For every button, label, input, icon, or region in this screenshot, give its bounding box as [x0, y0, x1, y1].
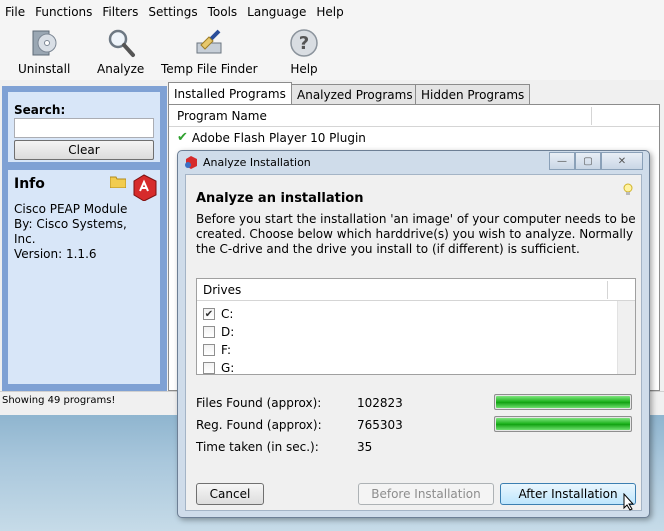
check-icon: ✔ — [177, 130, 188, 145]
info-line: Version: 1.1.6 — [14, 247, 97, 261]
list-item[interactable]: ✔ Adobe Flash Player 10 Plugin — [177, 130, 366, 145]
folder-icon[interactable] — [109, 175, 127, 191]
checkbox-d[interactable] — [203, 326, 215, 338]
column-header-program-name[interactable]: Program Name — [169, 105, 659, 127]
menu-functions[interactable]: Functions — [30, 5, 97, 19]
drives-column-header[interactable]: Drives — [197, 279, 635, 301]
search-input[interactable] — [14, 118, 154, 138]
before-installation-button[interactable]: Before Installation — [358, 483, 494, 505]
drive-label: D: — [221, 325, 235, 339]
reg-progress-bar — [494, 416, 632, 432]
drive-label: G: — [221, 361, 235, 375]
analyze-installation-dialog: Analyze Installation — ▢ ✕ Analyze an in… — [177, 150, 650, 518]
files-found-label: Files Found (approx): — [196, 396, 322, 410]
uninstall-label: Uninstall — [18, 62, 71, 76]
tab-analyzed-programs[interactable]: Analyzed Programs — [291, 84, 419, 104]
broom-icon — [192, 26, 226, 60]
tab-hidden-programs[interactable]: Hidden Programs — [415, 84, 531, 104]
drive-label: F: — [221, 343, 232, 357]
menu-filters[interactable]: Filters — [97, 5, 143, 19]
minimize-button[interactable]: — — [549, 152, 575, 170]
list-item-label: Adobe Flash Player 10 Plugin — [191, 130, 366, 145]
menu-bar: File Functions Filters Settings Tools La… — [0, 0, 664, 24]
maximize-button[interactable]: ▢ — [575, 152, 601, 170]
info-line: Cisco PEAP Module — [14, 202, 128, 216]
close-icon: ✕ — [617, 155, 627, 167]
reg-found-value: 765303 — [357, 418, 403, 432]
checkbox-f[interactable] — [203, 344, 215, 356]
magnifier-icon — [104, 26, 138, 60]
temp-file-finder-label: Temp File Finder — [161, 62, 258, 76]
drive-label: C: — [221, 307, 234, 321]
uninstall-icon — [27, 26, 61, 60]
clear-button[interactable]: Clear — [14, 140, 154, 160]
files-progress-bar — [494, 394, 632, 410]
analyze-button[interactable]: Analyze — [97, 26, 144, 76]
tab-installed-programs[interactable]: Installed Programs — [168, 82, 292, 104]
window-controls: — ▢ ✕ — [549, 152, 643, 170]
column-divider — [591, 107, 592, 125]
dialog-heading: Analyze an installation — [196, 191, 364, 206]
checkbox-c[interactable]: ✔ — [203, 308, 215, 320]
files-found-value: 102823 — [357, 396, 403, 410]
drive-row-f[interactable]: F: — [203, 343, 231, 357]
lightbulb-icon — [623, 183, 633, 200]
cancel-button[interactable]: Cancel — [196, 483, 264, 505]
drives-header-label: Drives — [203, 283, 242, 297]
help-icon: ? — [287, 26, 321, 60]
info-panel: Info Cisco PEAP Module By: Cisco Systems… — [8, 170, 160, 384]
checkbox-g[interactable] — [203, 362, 215, 374]
info-title: Info — [14, 176, 45, 192]
minimize-icon: — — [557, 155, 567, 167]
help-label: Help — [290, 62, 318, 76]
dialog-title: Analyze Installation — [203, 156, 311, 169]
dialog-body: Analyze an installation Before you start… — [185, 174, 642, 511]
menu-settings[interactable]: Settings — [143, 5, 202, 19]
time-taken-label: Time taken (in sec.): — [196, 440, 319, 454]
drive-row-c[interactable]: ✔ C: — [203, 307, 233, 321]
info-line: By: Cisco Systems, — [14, 217, 127, 231]
after-installation-button[interactable]: After Installation — [500, 483, 636, 505]
menu-help[interactable]: Help — [311, 5, 348, 19]
close-button[interactable]: ✕ — [601, 152, 643, 170]
dialog-titlebar[interactable]: Analyze Installation — ▢ ✕ — [178, 151, 649, 173]
svg-text:?: ? — [299, 33, 309, 54]
temp-file-finder-button[interactable]: Temp File Finder — [161, 26, 258, 76]
drives-list: Drives ✔ C: D: F: G: — [196, 278, 636, 375]
menu-tools[interactable]: Tools — [203, 5, 243, 19]
menu-language[interactable]: Language — [242, 5, 311, 19]
files-progress-fill — [496, 396, 630, 408]
help-button[interactable]: ? Help — [287, 26, 321, 76]
scrollbar[interactable] — [617, 301, 635, 374]
column-divider — [607, 281, 608, 299]
column-header-label: Program Name — [177, 109, 267, 123]
dialog-description: Before you start the installation 'an im… — [196, 212, 636, 256]
reg-found-label: Reg. Found (approx): — [196, 418, 322, 432]
time-taken-value: 35 — [357, 440, 373, 454]
analyze-label: Analyze — [97, 62, 145, 76]
app-icon — [184, 155, 198, 169]
drive-row-g[interactable]: G: — [203, 361, 234, 375]
reg-progress-fill — [496, 418, 630, 430]
search-title: Search: — [14, 103, 66, 117]
maximize-icon: ▢ — [583, 155, 593, 167]
drive-row-d[interactable]: D: — [203, 325, 234, 339]
search-panel: Search: Clear — [8, 92, 160, 162]
sidebar: Search: Clear Info Cisco PEAP Module By:… — [2, 86, 167, 391]
program-icon — [130, 173, 158, 204]
menu-file[interactable]: File — [0, 5, 30, 19]
mouse-cursor-icon — [623, 492, 635, 514]
info-line: Inc. — [14, 232, 36, 246]
toolbar: Uninstall Analyze Temp File Finder ? Hel… — [0, 24, 664, 80]
uninstall-button[interactable]: Uninstall — [18, 26, 70, 76]
